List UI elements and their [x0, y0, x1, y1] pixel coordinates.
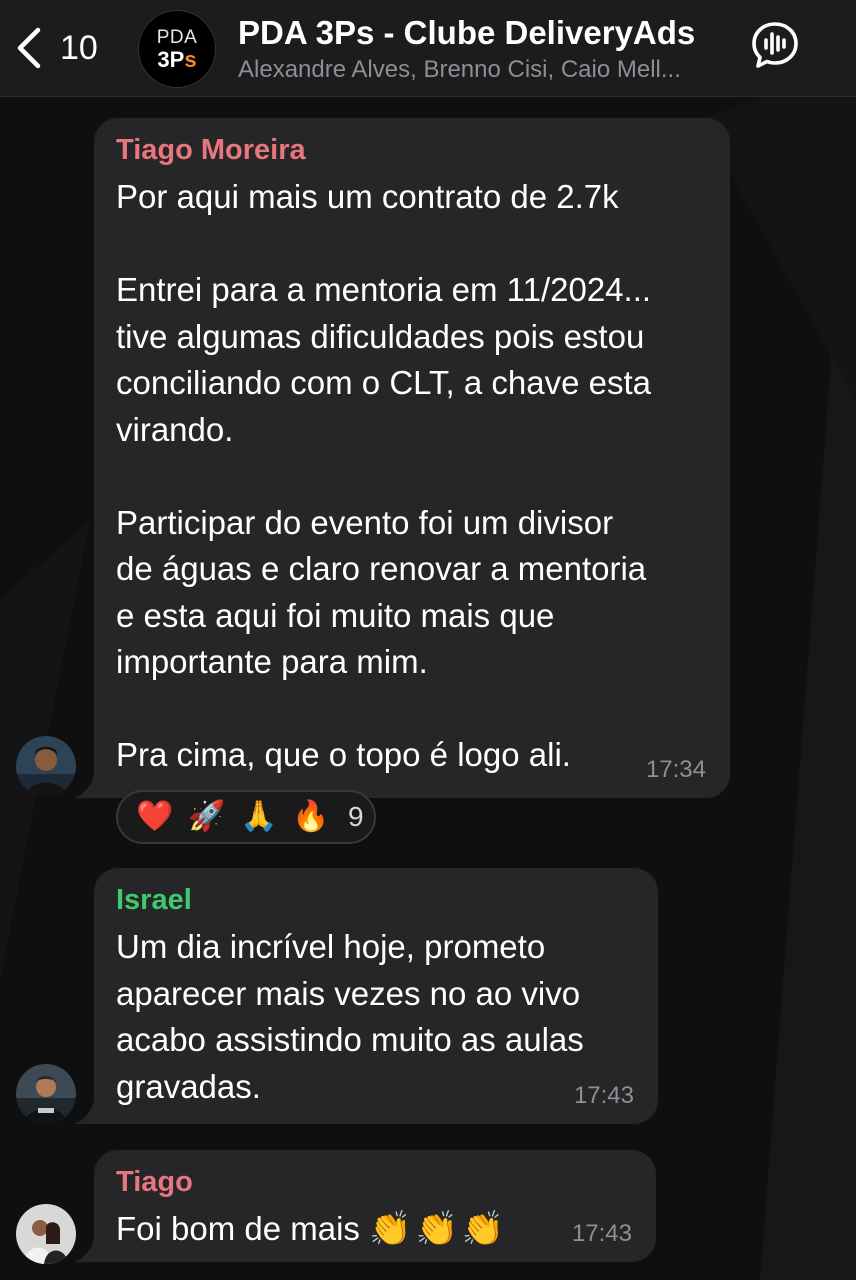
bubble-tail [74, 774, 100, 798]
chevron-left-icon [14, 26, 44, 70]
bubble-tail [74, 1238, 100, 1262]
chat-title[interactable]: PDA 3Ps - Clube DeliveryAds [238, 14, 695, 52]
reaction-rocket[interactable]: 🚀 [188, 802, 240, 832]
reactions-bar[interactable]: ❤️ 🚀 🙏 🔥 9 [116, 790, 376, 844]
clapping-emoji: 👏👏👏 [369, 1210, 509, 1248]
group-avatar-line1: PDA [156, 26, 198, 48]
unread-count: 10 [60, 28, 98, 67]
message-bubble[interactable]: Tiago Foi bom de mais 👏👏👏 17:43 [94, 1150, 656, 1262]
bubble-tail [74, 1100, 100, 1124]
reaction-heart[interactable]: ❤️ [136, 802, 188, 832]
avatar[interactable] [16, 1204, 76, 1264]
message-bubble[interactable]: Tiago Moreira Por aqui mais um contrato … [94, 118, 730, 798]
message-bubble[interactable]: Israel Um dia incrível hoje, prometo apa… [94, 868, 658, 1124]
avatar[interactable] [16, 736, 76, 796]
message-text: Um dia incrível hoje, prometo aparecer m… [116, 928, 584, 1105]
back-button[interactable]: 10 [14, 22, 114, 74]
sender-name[interactable]: Tiago [116, 1164, 634, 1200]
sender-name[interactable]: Tiago Moreira [116, 132, 708, 168]
reaction-pray[interactable]: 🙏 [240, 802, 292, 832]
sender-name[interactable]: Israel [116, 882, 636, 918]
message-time: 17:34 [645, 756, 706, 783]
message-text: Por aqui mais um contrato de 2.7k Entrei… [116, 178, 652, 773]
group-avatar[interactable]: PDA 3Ps [138, 10, 216, 88]
avatar[interactable] [16, 1064, 76, 1124]
voice-chat-button[interactable] [748, 18, 802, 72]
reaction-fire[interactable]: 🔥 [292, 802, 344, 832]
group-avatar-line2: 3Ps [157, 46, 197, 72]
message-time: 17:43 [571, 1220, 632, 1247]
voice-chat-icon [748, 22, 802, 76]
message-text: Foi bom de mais 👏👏👏 [116, 1210, 509, 1248]
message-time: 17:43 [573, 1082, 634, 1109]
reaction-count: 9 [348, 801, 364, 832]
chat-header: 10 PDA 3Ps PDA 3Ps - Clube DeliveryAds A… [0, 0, 856, 97]
chat-members[interactable]: Alexandre Alves, Brenno Cisi, Caio Mell.… [238, 56, 730, 84]
